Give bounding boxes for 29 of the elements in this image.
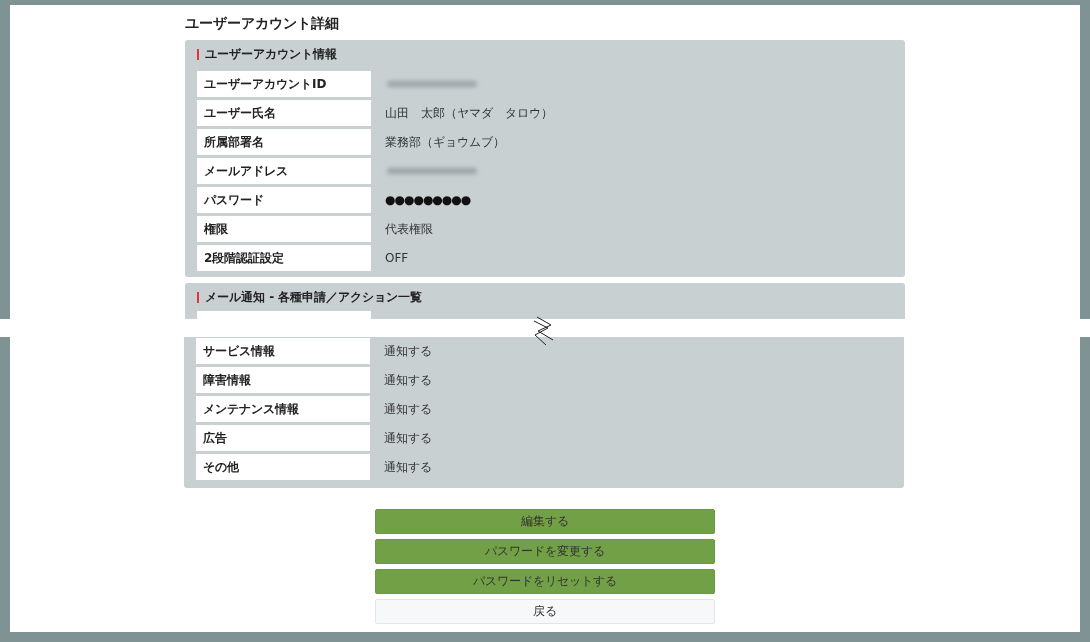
field-value: 代表権限 (385, 220, 433, 238)
section-title: ユーザーアカウント情報 (205, 45, 337, 63)
field-value: 通知する (384, 342, 432, 360)
field-value: 通知する (384, 429, 432, 447)
field-label: 権限 (197, 216, 371, 242)
field-label: 広告 (196, 425, 370, 451)
action-button[interactable]: 編集する (375, 509, 715, 534)
field-value: 通知する (384, 458, 432, 476)
field-value: 山田 太郎（ヤマダ タロウ） (385, 104, 553, 122)
field-label: 所属部署名 (197, 129, 371, 155)
section-title: メール通知 - 各種申請／アクション一覧 (205, 288, 423, 306)
field-label: ユーザーアカウントID (197, 71, 371, 97)
password-value: ●●●●●●●●● (385, 193, 471, 207)
field-value: OFF (385, 251, 409, 265)
field-label: その他 (196, 454, 370, 480)
action-button[interactable]: パスワードを変更する (375, 539, 715, 564)
field-label: パスワード (197, 187, 371, 213)
field-label: メンテナンス情報 (196, 396, 370, 422)
field-label: サービス情報 (196, 338, 370, 364)
page-title: ユーザーアカウント詳細 (185, 14, 339, 33)
field-label: ユーザー氏名 (197, 100, 371, 126)
field-label: メールアドレス (197, 158, 371, 184)
field-value: 通知する (384, 371, 432, 389)
field-value: 業務部（ギョウムブ） (385, 133, 505, 151)
field-value: 通知する (384, 400, 432, 418)
back-button[interactable]: 戻る (375, 599, 715, 624)
field-label: 障害情報 (196, 367, 370, 393)
action-button[interactable]: パスワードをリセットする (375, 569, 715, 594)
field-label: 2段階認証設定 (197, 245, 371, 271)
